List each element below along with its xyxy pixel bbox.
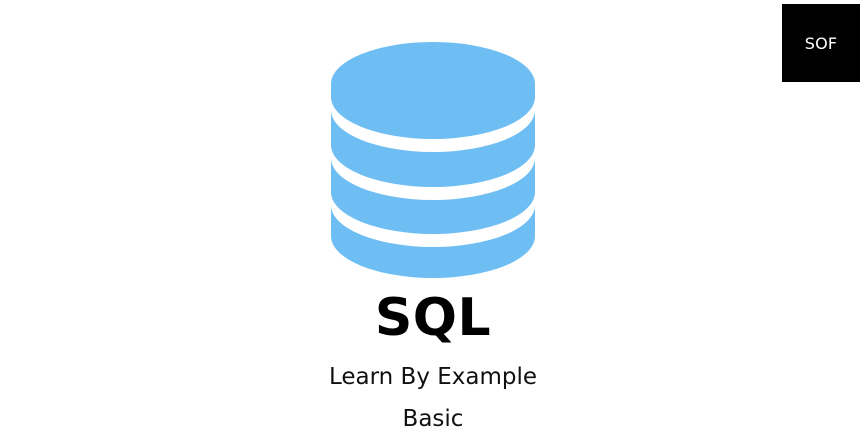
sof-badge: SOF [782,4,860,82]
sof-badge-label: SOF [804,33,838,53]
page-title: SQL [374,288,492,348]
database-icon [331,42,535,278]
level-label: Basic [402,406,464,432]
subtitle: Learn By Example [328,364,538,390]
